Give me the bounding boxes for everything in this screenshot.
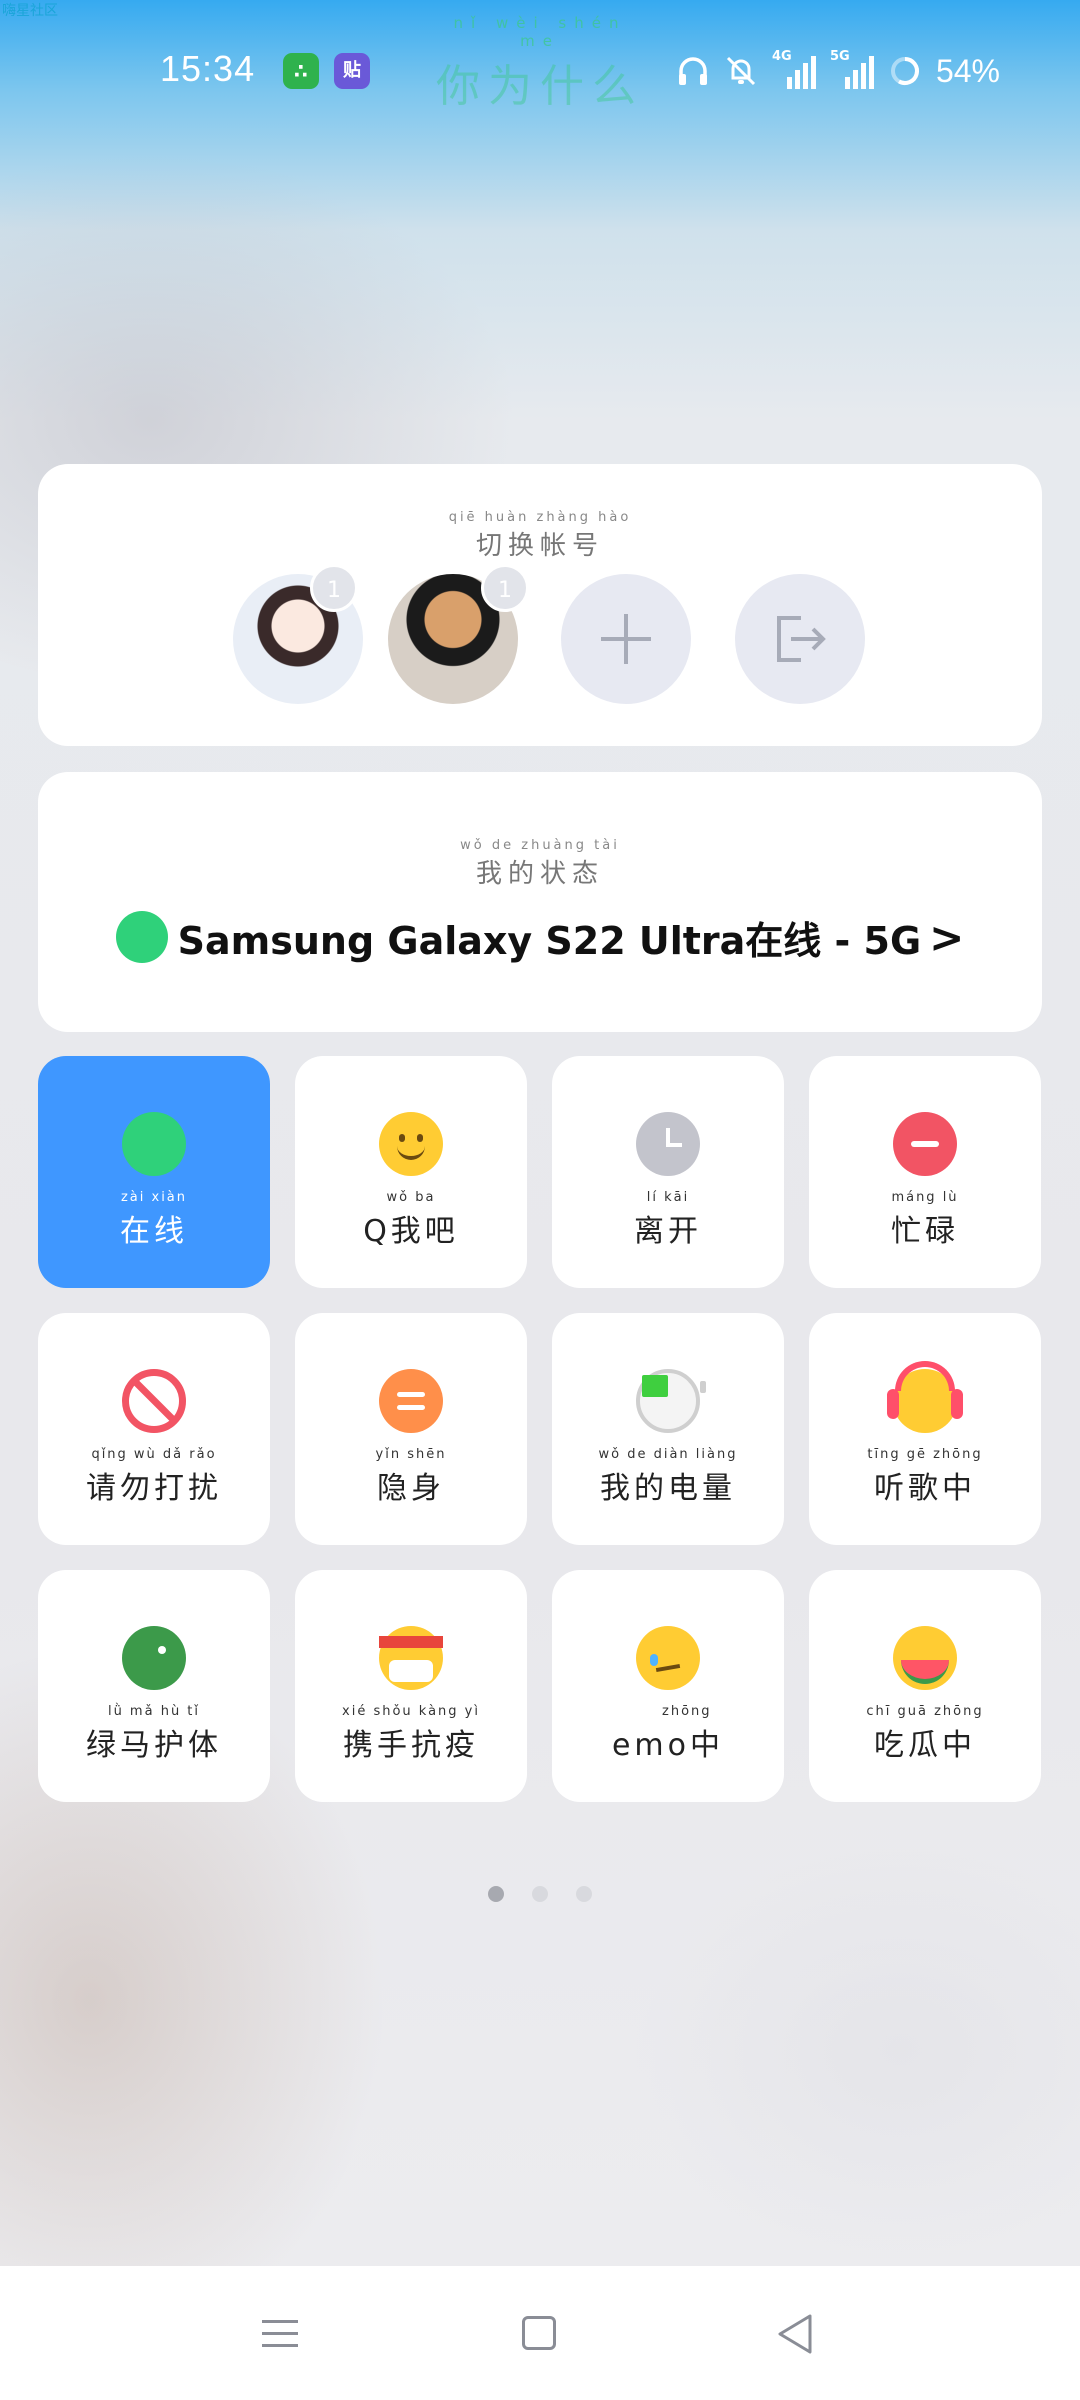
tile-emo[interactable]: zhōng emo中 <box>552 1570 784 1802</box>
switch-account-card: qiē huàn zhàng hào 切换帐号 1 1 <box>38 464 1042 746</box>
melon-emoji-icon <box>893 1626 957 1690</box>
my-status-card[interactable]: wǒ de zhuàng tài 我的状态 Samsung Galaxy S22… <box>38 772 1042 1032</box>
tile-my-battery[interactable]: wǒ de diàn liàng 我的电量 <box>552 1313 784 1545</box>
signal-4g-icon: 4G <box>772 49 816 89</box>
mask-emoji-icon <box>379 1626 443 1690</box>
clock: 15:34 <box>160 48 256 89</box>
tile-away[interactable]: lí kāi 离开 <box>552 1056 784 1288</box>
tile-pinyin: chī guā zhōng <box>866 1704 984 1719</box>
menu-icon[interactable] <box>250 2306 310 2362</box>
tile-pinyin: tīng gē zhōng <box>867 1447 983 1462</box>
sad-emoji-icon <box>636 1626 700 1690</box>
bell-muted-icon <box>726 56 756 86</box>
tile-q-me[interactable]: wǒ ba Q我吧 <box>295 1056 527 1288</box>
status-icons: 4G 5G 54% <box>676 46 1000 96</box>
minus-circle-icon <box>893 1112 957 1176</box>
tile-green-horse[interactable]: lǜ mǎ hù tǐ 绿马护体 <box>38 1570 270 1802</box>
page-dot-2[interactable] <box>532 1886 548 1902</box>
tile-busy[interactable]: máng lù 忙碌 <box>809 1056 1041 1288</box>
tile-label: 听歌中 <box>874 1471 976 1506</box>
headphones-emoji-icon <box>887 1361 963 1433</box>
chevron-right-icon: > <box>929 912 965 962</box>
logout-icon <box>777 616 826 662</box>
my-status-label: 我的状态 <box>475 859 604 889</box>
tile-label: 离开 <box>634 1214 702 1249</box>
tile-listening[interactable]: tīng gē zhōng 听歌中 <box>809 1313 1041 1545</box>
add-account-button[interactable] <box>561 574 691 704</box>
tile-label: 绿马护体 <box>86 1728 222 1763</box>
page-dot-1[interactable] <box>488 1886 504 1902</box>
status-bar: 15:34 ∴ 贴 nǐ wèi shén me 你为什么 4G 5G 54% <box>0 0 1080 140</box>
current-status-row[interactable]: Samsung Galaxy S22 Ultra在线 - 5G > <box>38 902 1042 972</box>
status-title-pinyin: nǐ wèi shén me <box>453 14 627 50</box>
tile-pinyin: wǒ ba <box>386 1190 436 1205</box>
tile-label: 隐身 <box>377 1471 445 1506</box>
back-triangle-icon[interactable] <box>766 2306 826 2362</box>
tile-label: Q我吧 <box>363 1214 459 1249</box>
tile-pinyin: lí kāi <box>646 1190 690 1205</box>
tile-label: 在线 <box>120 1214 188 1249</box>
switch-account-label: 切换帐号 <box>475 531 604 561</box>
tile-pinyin: zhōng <box>662 1704 712 1719</box>
tile-pinyin: xié shǒu kàng yì <box>342 1704 480 1719</box>
status-title: nǐ wèi shén me 你为什么 <box>430 14 650 114</box>
tieba-icon: 贴 <box>334 53 370 89</box>
plus-icon-vertical <box>624 614 628 664</box>
equals-circle-icon <box>379 1369 443 1433</box>
page-indicator <box>0 1886 1080 1902</box>
app-store-icon: ∴ <box>283 53 319 89</box>
tile-label: 忙碌 <box>891 1214 959 1249</box>
tile-fight-epidemic[interactable]: xié shǒu kàng yì 携手抗疫 <box>295 1570 527 1802</box>
tile-pinyin: máng lù <box>891 1190 959 1205</box>
battery-percent: 54% <box>935 52 1000 89</box>
tile-label: 请勿打扰 <box>86 1471 222 1506</box>
status-title-text: 你为什么 <box>436 61 644 112</box>
tile-eating-melon[interactable]: chī guā zhōng 吃瓜中 <box>809 1570 1041 1802</box>
tile-invisible[interactable]: yǐn shēn 隐身 <box>295 1313 527 1545</box>
smile-icon <box>379 1112 443 1176</box>
page-dot-3[interactable] <box>576 1886 592 1902</box>
tile-pinyin: wǒ de diàn liàng <box>598 1447 738 1462</box>
switch-account-pinyin: qiē huàn zhàng hào <box>448 510 632 525</box>
tile-label: 携手抗疫 <box>343 1728 479 1763</box>
tile-pinyin: qǐng wù dǎ rǎo <box>91 1447 217 1462</box>
tile-pinyin: zài xiàn <box>120 1190 188 1205</box>
tile-label: 吃瓜中 <box>874 1728 976 1763</box>
navigation-bar <box>0 2266 1080 2400</box>
switch-account-title: qiē huàn zhàng hào 切换帐号 <box>38 510 1042 562</box>
tile-do-not-disturb[interactable]: qǐng wù dǎ rǎo 请勿打扰 <box>38 1313 270 1545</box>
signal-5g-icon: 5G <box>830 49 874 89</box>
online-dot-icon <box>115 911 168 963</box>
green-horse-icon <box>122 1626 186 1690</box>
my-status-title: wǒ de zhuàng tài 我的状态 <box>38 838 1042 890</box>
current-status-text: Samsung Galaxy S22 Ultra在线 - 5G <box>177 918 922 963</box>
tile-online[interactable]: zài xiàn 在线 <box>38 1056 270 1288</box>
account-badge-2: 1 <box>481 564 529 612</box>
account-badge-1: 1 <box>310 564 358 612</box>
no-entry-icon <box>122 1369 186 1433</box>
headphones-icon <box>678 57 707 85</box>
home-square-icon[interactable] <box>508 2306 568 2362</box>
battery-ring-icon <box>890 57 919 85</box>
clock-icon <box>636 1112 700 1176</box>
tile-pinyin: yǐn shēn <box>375 1447 447 1462</box>
tile-label: 我的电量 <box>600 1471 736 1506</box>
tile-label: emo中 <box>611 1728 725 1763</box>
battery-icon <box>636 1369 706 1433</box>
logout-button[interactable] <box>735 574 865 704</box>
online-dot-icon <box>122 1112 186 1176</box>
my-status-pinyin: wǒ de zhuàng tài <box>460 838 620 853</box>
tile-pinyin: lǜ mǎ hù tǐ <box>107 1704 201 1719</box>
